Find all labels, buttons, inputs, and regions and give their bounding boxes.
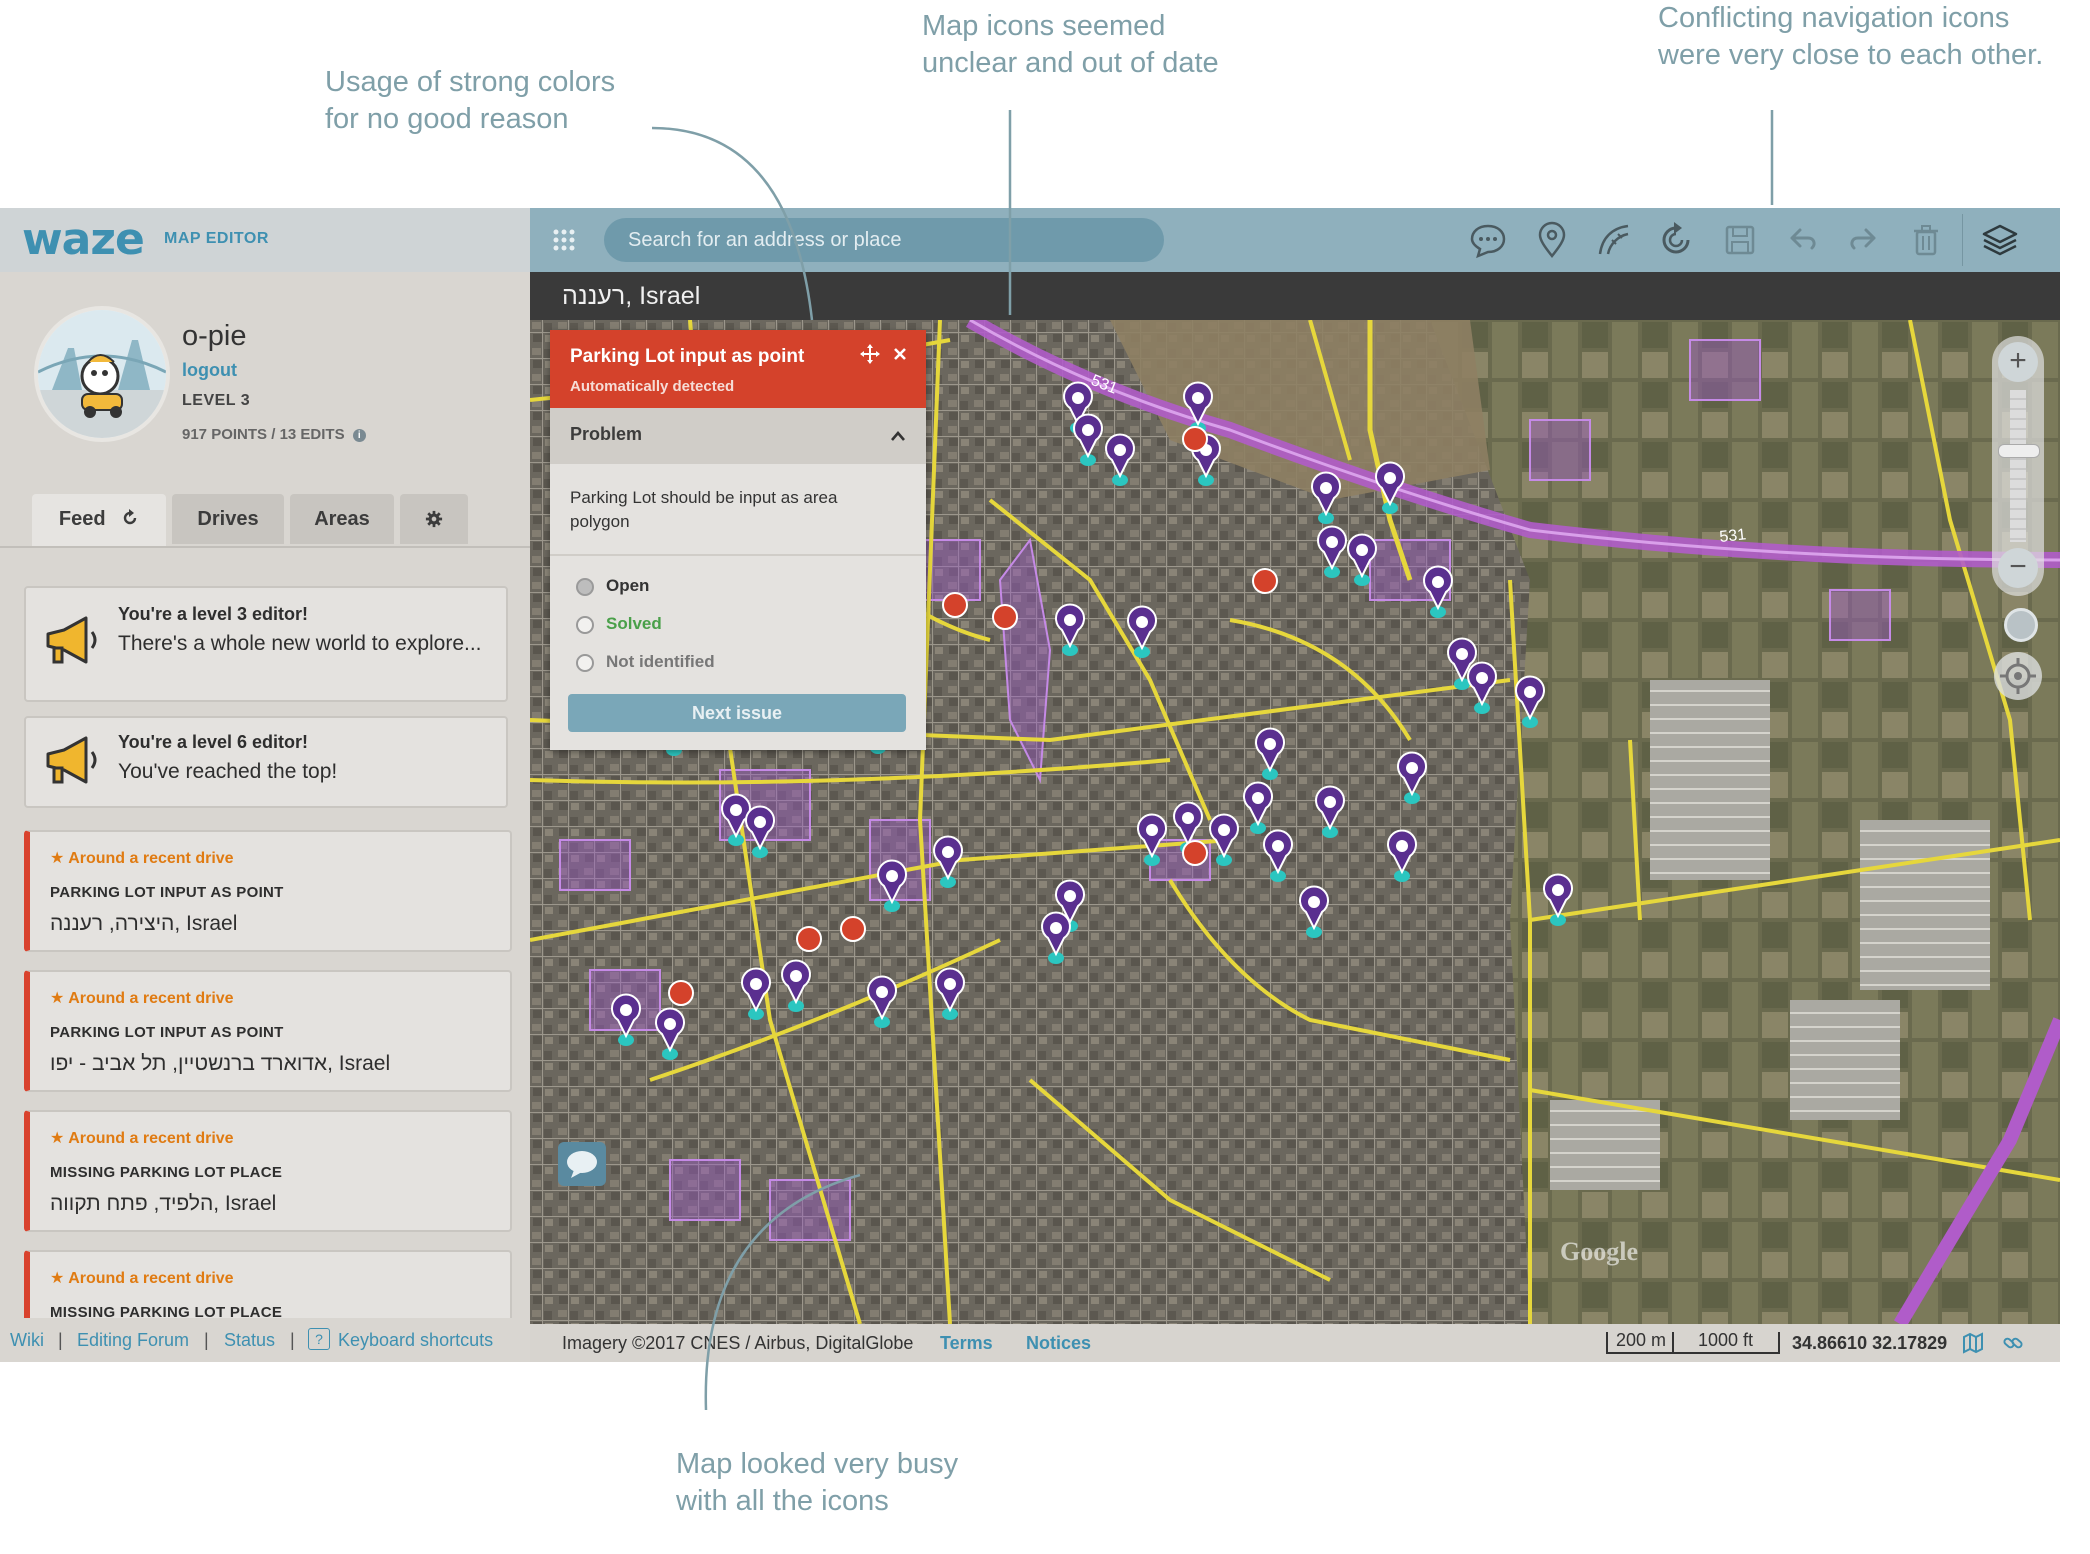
annotation-lines — [651, 110, 1774, 1411]
